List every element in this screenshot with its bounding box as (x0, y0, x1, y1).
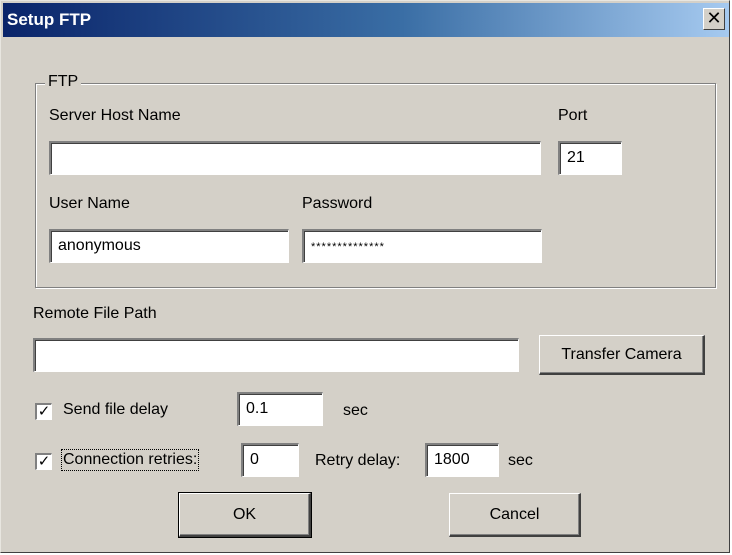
send-file-delay-checkbox[interactable]: ✓ (35, 403, 52, 420)
transfer-camera-button[interactable]: Transfer Camera (539, 335, 705, 375)
send-file-delay-input[interactable]: 0.1 (237, 392, 323, 426)
user-name-input[interactable]: anonymous (49, 229, 289, 263)
port-input[interactable]: 21 (558, 141, 622, 175)
remote-file-path-label: Remote File Path (33, 305, 157, 322)
ok-button[interactable]: OK (178, 492, 312, 538)
window-title: Setup FTP (7, 10, 92, 29)
connection-retries-input[interactable]: 0 (241, 443, 299, 477)
password-label: Password (302, 195, 373, 212)
close-button[interactable]: ✕ (703, 8, 725, 30)
server-host-input[interactable] (49, 141, 541, 175)
title-bar[interactable]: Setup FTP ✕ (3, 3, 729, 37)
setup-ftp-dialog: Setup FTP ✕ FTP Server Host Name Port 21… (0, 0, 730, 553)
user-name-label: User Name (49, 195, 130, 212)
port-label: Port (558, 107, 588, 124)
checkmark-icon: ✓ (37, 453, 51, 470)
server-host-label: Server Host Name (49, 107, 181, 124)
connection-retries-label[interactable]: Connection retries: (60, 449, 200, 471)
retry-delay-unit: sec (508, 452, 533, 469)
send-file-delay-unit: sec (343, 402, 368, 419)
send-file-delay-label[interactable]: Send file delay (63, 401, 168, 419)
checkmark-icon: ✓ (37, 403, 51, 420)
close-icon: ✕ (706, 8, 722, 28)
retry-delay-input[interactable]: 1800 (425, 443, 499, 477)
ftp-group-legend: FTP (45, 73, 82, 91)
connection-retries-checkbox[interactable]: ✓ (35, 453, 52, 470)
remote-file-path-input[interactable] (33, 338, 519, 372)
cancel-button[interactable]: Cancel (449, 493, 581, 537)
password-input[interactable]: ************** (302, 229, 542, 263)
retry-delay-label: Retry delay: (315, 452, 401, 469)
